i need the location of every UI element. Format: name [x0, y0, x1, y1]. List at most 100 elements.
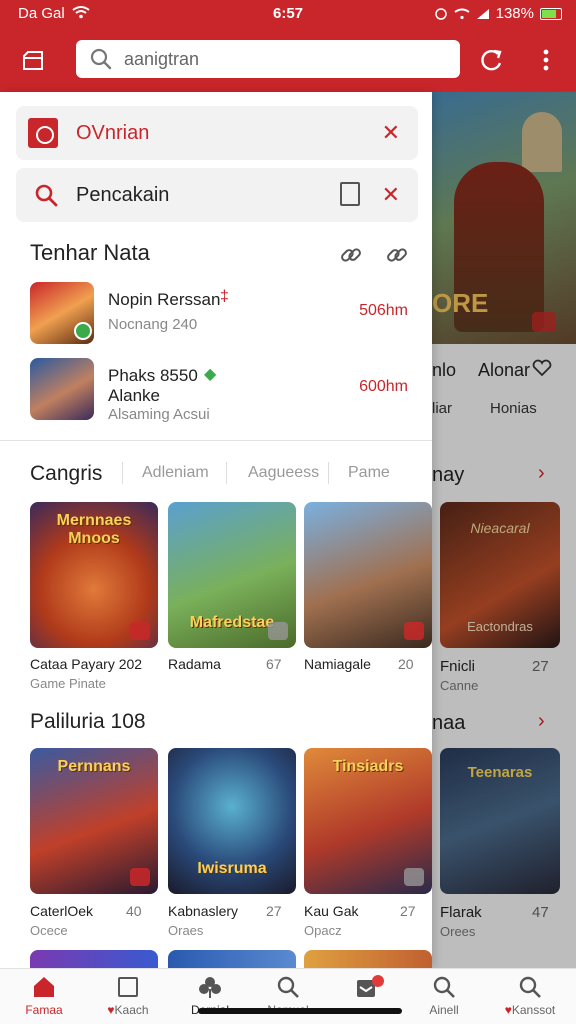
category-tab[interactable]: Adleniam [142, 464, 209, 482]
home-icon [34, 977, 54, 997]
divider [0, 440, 432, 441]
recent-item-name: Phaks 8550 [108, 366, 198, 385]
nav-label: Ainell [429, 1003, 459, 1017]
top-app-bar: aanigtran [0, 28, 576, 92]
game-card[interactable]: Pernnans [30, 748, 158, 894]
link-icon[interactable] [338, 242, 364, 268]
refresh-icon[interactable] [478, 46, 506, 74]
pin-icon: ‡ [220, 288, 229, 305]
signal-icon [476, 8, 489, 19]
card-count: 27 [400, 903, 416, 919]
heart-icon: ♥ [107, 1003, 115, 1017]
recent-item-name: Nopin Rerssan [108, 290, 221, 309]
alarm-icon [434, 7, 447, 20]
clear-icon[interactable]: ✕ [382, 182, 400, 208]
search-icon [433, 976, 455, 998]
game-card-partial[interactable] [30, 950, 158, 968]
category-tab[interactable]: Aagueess [248, 464, 319, 482]
game-card[interactable]: Mernnaes Mnoos [30, 502, 158, 648]
game-card[interactable]: Tinsiadrs [304, 748, 432, 894]
card-subtitle: Opacz [304, 923, 342, 938]
nav-label: Famaa [25, 1003, 63, 1017]
clipboard-icon[interactable] [340, 182, 360, 206]
tab-separator [226, 462, 227, 484]
card-title: Kau Gak [304, 903, 359, 919]
card-badge [130, 622, 150, 640]
close-icon[interactable]: ✕ [382, 120, 400, 146]
game-card[interactable] [304, 502, 432, 648]
category-tab[interactable]: Pame [348, 464, 390, 482]
recent-section-title: Tenhar Nata [30, 240, 150, 265]
card-title: CaterlOek [30, 903, 94, 919]
more-vert-icon[interactable] [536, 46, 556, 74]
check-icon [74, 322, 92, 340]
card-subtitle: Game Pinate [30, 676, 106, 691]
drawer-scrim[interactable] [432, 92, 576, 968]
wifi-icon [454, 8, 470, 19]
recent-item-subtitle: Nocnang 240 [108, 316, 198, 333]
card-title: Namiagale [304, 656, 371, 672]
card-count: 40 [126, 903, 142, 919]
heart-icon: ♥ [504, 1003, 512, 1017]
nav-item[interactable]: Ainell [408, 975, 480, 1017]
verified-icon: ◆ [204, 366, 217, 383]
account-chip[interactable]: OVnrian ✕ [16, 106, 418, 160]
home-indicator[interactable] [198, 1008, 402, 1014]
recent-item-duration: 600hm [359, 378, 408, 395]
tab-separator [122, 462, 123, 484]
search-field[interactable]: Pencakain ✕ [16, 168, 418, 222]
card-badge [130, 868, 150, 886]
categories-title: Cangris [30, 462, 103, 485]
section-title: Paliluria 108 [30, 710, 146, 733]
search-icon [35, 184, 58, 207]
bottom-navigation: Famaa ♥Kaach Dernial Namual Ainell ♥Kans… [0, 968, 576, 1024]
game-card[interactable]: Mafredstae [168, 502, 296, 648]
card-count: 67 [266, 656, 282, 672]
card-title: Kabnaslery [168, 903, 239, 919]
search-icon [277, 976, 299, 998]
card-art-text: Iwisruma [197, 860, 267, 878]
back-icon[interactable] [20, 48, 46, 72]
card-art-text: Tinsiadrs [332, 758, 404, 775]
nav-label: Kaach [114, 1003, 149, 1017]
card-title: Radama [168, 656, 221, 672]
nav-label: Kanssot [511, 1003, 556, 1017]
tab-separator [328, 462, 329, 484]
game-card-partial[interactable] [168, 950, 296, 968]
nav-item[interactable] [330, 975, 402, 1003]
card-badge [404, 622, 424, 640]
card-art-text: Mernnaes Mnoos [56, 512, 132, 547]
game-card-partial[interactable] [304, 950, 432, 968]
status-bar: Da Gal 6:57 138% [0, 0, 576, 28]
search-icon [519, 976, 541, 998]
nav-item[interactable]: ♥Kaach [92, 975, 164, 1017]
card-subtitle: Ocece [30, 923, 68, 938]
app-logo-icon [28, 118, 58, 148]
recent-item-duration: 506hm [359, 302, 408, 319]
nav-item[interactable]: ♥Kanssot [494, 975, 566, 1017]
card-badge [268, 622, 288, 640]
notification-badge [372, 975, 384, 987]
search-drawer: OVnrian ✕ Pencakain ✕ Tenhar Nata Nopin … [0, 92, 432, 968]
search-placeholder: aanigtran [124, 48, 200, 69]
status-icons: 138% [434, 5, 562, 22]
search-bar[interactable]: aanigtran [76, 40, 460, 78]
card-badge [404, 868, 424, 886]
card-title: Cataa Payary 202 [30, 656, 143, 672]
recent-item[interactable]: Phaks 8550 ◆ Alanke Alsaming Acsui 600hm [30, 358, 414, 423]
card-count: 27 [266, 903, 282, 919]
search-query: Pencakain [76, 183, 170, 206]
square-icon [118, 977, 138, 997]
account-chip-label: OVnrian [76, 121, 150, 144]
link-icon[interactable] [384, 242, 410, 268]
nav-home[interactable]: Famaa [8, 975, 80, 1017]
game-card[interactable]: Iwisruma [168, 748, 296, 894]
card-count: 20 [398, 656, 414, 672]
club-icon [199, 977, 221, 998]
battery-icon [540, 7, 562, 20]
recent-thumbnail [30, 358, 94, 420]
card-art-text: Pernnans [57, 758, 131, 775]
recent-item-subtitle: Alsaming Acsui [108, 406, 210, 423]
battery-percent: 138% [495, 5, 534, 22]
recent-item[interactable]: Nopin Rerssan ‡ Nocnang 240 506hm [30, 282, 414, 346]
